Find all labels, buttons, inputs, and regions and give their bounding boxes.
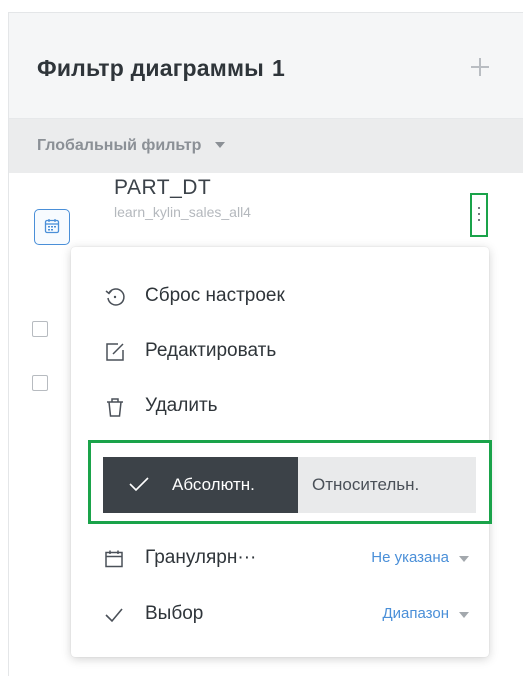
edit-icon — [106, 343, 124, 361]
caret-down-icon[interactable] — [459, 556, 469, 563]
global-filter-section[interactable]: Глобальный фильтр — [9, 119, 523, 173]
menu-item-edit[interactable]: Редактировать — [71, 327, 489, 377]
calendar-icon — [105, 550, 123, 568]
add-filter-button[interactable] — [466, 53, 494, 81]
calendar-icon — [44, 219, 60, 234]
global-filter-label: Глобальный фильтр — [37, 137, 202, 154]
menu-item-label: Сброс настроек — [145, 285, 285, 306]
menu-item-reset[interactable]: Сброс настроек — [71, 272, 489, 322]
caret-down-icon[interactable] — [215, 142, 225, 149]
field-table-name: learn_kylin_sales_all4 — [114, 204, 251, 220]
selection-label: Выбор — [145, 603, 204, 624]
segment-absolute-label: Абсолютн. — [172, 475, 255, 494]
panel-header: Фильтр диаграммы 1 — [9, 13, 523, 119]
granularity-label: Гранулярн··· — [145, 547, 257, 568]
selection-value[interactable]: Диапазон — [382, 605, 449, 622]
plus-icon — [471, 58, 489, 76]
segment-relative-label: Относительн. — [312, 475, 420, 494]
caret-down-icon[interactable] — [459, 612, 469, 619]
granularity-option[interactable]: Гранулярн··· Не указана — [71, 537, 489, 581]
granularity-value[interactable]: Не указана — [371, 549, 449, 566]
menu-item-label: Удалить — [145, 395, 218, 416]
check-icon — [105, 608, 123, 623]
menu-item-delete[interactable]: Удалить — [71, 382, 489, 432]
field-options-menu: Сброс настроек Редактировать Удалить Абс… — [71, 247, 492, 657]
segment-relative-button[interactable]: Относительн. — [298, 457, 476, 513]
checkbox[interactable] — [32, 375, 48, 391]
reset-icon — [105, 288, 125, 306]
trash-icon — [107, 398, 123, 417]
menu-item-label: Редактировать — [145, 340, 277, 361]
checkbox[interactable] — [32, 321, 48, 337]
selection-option[interactable]: Выбор Диапазон — [71, 593, 489, 637]
field-name: PART_DT — [114, 176, 212, 199]
check-icon — [129, 477, 149, 492]
filter-count: 1 — [272, 55, 286, 81]
panel-title: Фильтр диаграммы 1 — [37, 55, 285, 82]
date-field-icon — [34, 209, 70, 245]
more-options-button[interactable] — [477, 207, 481, 223]
panel-title-text: Фильтр диаграммы — [37, 55, 265, 81]
segment-absolute-button[interactable]: Абсолютн. — [103, 457, 298, 513]
